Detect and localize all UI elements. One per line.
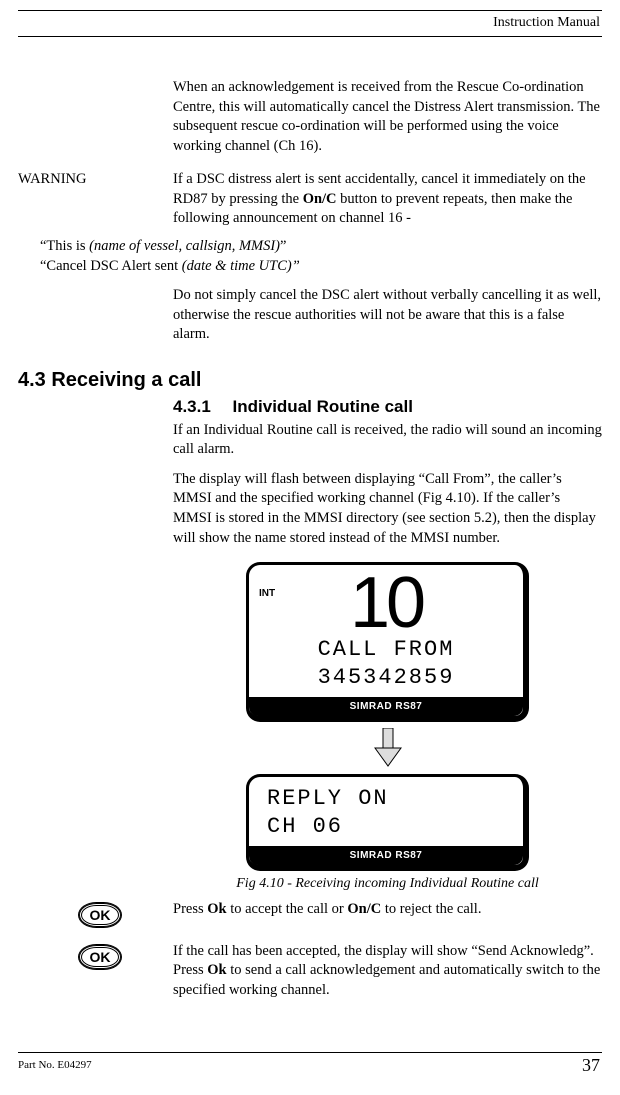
- brand-bar-1: SIMRAD RS87: [249, 697, 523, 717]
- lcd2-line2: CH 06: [261, 815, 511, 839]
- arrow-down-icon: [173, 728, 602, 768]
- header-underline: [18, 36, 602, 37]
- brand-bar-2: SIMRAD RS87: [249, 846, 523, 866]
- press-d: On/C: [347, 901, 381, 917]
- onc-bold: On/C: [303, 191, 337, 207]
- press-b: Ok: [207, 901, 226, 917]
- page-number: 37: [582, 1053, 600, 1077]
- q1a: “This is: [40, 238, 89, 254]
- subsection-heading: 4.3.1 Individual Routine call: [173, 396, 602, 419]
- accept-c: to send a call acknowledgement and autom…: [173, 962, 600, 998]
- int-label: INT: [259, 587, 275, 601]
- warning-label: WARNING: [18, 170, 168, 190]
- header-title: Instruction Manual: [493, 14, 600, 33]
- lcd-line1: CALL FROM: [261, 638, 511, 662]
- figure-wrap: INT 10 CALL FROM 345342859 SIMRAD RS87 R…: [173, 562, 602, 871]
- press-ok-paragraph: Press Ok to accept the call or On/C to r…: [173, 900, 602, 920]
- q1c: ”: [280, 238, 286, 254]
- warning-p2: Do not simply cancel the DSC alert witho…: [173, 286, 602, 345]
- q2b: (date & time UTC)”: [182, 258, 300, 274]
- accept-paragraph: If the call has been accepted, the displ…: [173, 942, 602, 1001]
- intro-paragraph: When an acknowledgement is received from…: [173, 78, 602, 156]
- radio-display-1: INT 10 CALL FROM 345342859 SIMRAD RS87: [246, 562, 529, 722]
- lcd-line2: 345342859: [261, 666, 511, 690]
- figure-caption: Fig 4.10 - Receiving incoming Individual…: [173, 875, 602, 894]
- ok-button-icon: OK: [78, 902, 122, 928]
- radio-display-2: REPLY ON CH 06 SIMRAD RS87: [246, 774, 529, 871]
- ok-button-icon-2: OK: [78, 944, 122, 970]
- warning-quote1: “This is (name of vessel, callsign, MMSI…: [40, 237, 602, 257]
- top-rule: [18, 10, 602, 11]
- q2a: “Cancel DSC Alert sent: [40, 258, 182, 274]
- lcd2-line1: REPLY ON: [261, 787, 511, 811]
- press-e: to reject the call.: [381, 901, 481, 917]
- sec-p2: The display will flash between displayin…: [173, 470, 602, 548]
- q1b: (name of vessel, callsign, MMSI): [89, 238, 280, 254]
- page-content: When an acknowledgement is received from…: [18, 78, 602, 1015]
- channel-number: 10: [261, 573, 511, 634]
- footer-rule: [18, 1052, 602, 1053]
- press-c: to accept the call or: [227, 901, 348, 917]
- sec-p1: If an Individual Routine call is receive…: [173, 421, 602, 460]
- section-heading: 4.3 Receiving a call: [18, 367, 602, 394]
- press-a: Press: [173, 901, 207, 917]
- warning-p1: If a DSC distress alert is sent accident…: [173, 170, 602, 229]
- part-number: Part No. E04297: [18, 1058, 92, 1073]
- warning-quote2: “Cancel DSC Alert sent (date & time UTC)…: [40, 257, 602, 277]
- accept-b: Ok: [207, 962, 226, 978]
